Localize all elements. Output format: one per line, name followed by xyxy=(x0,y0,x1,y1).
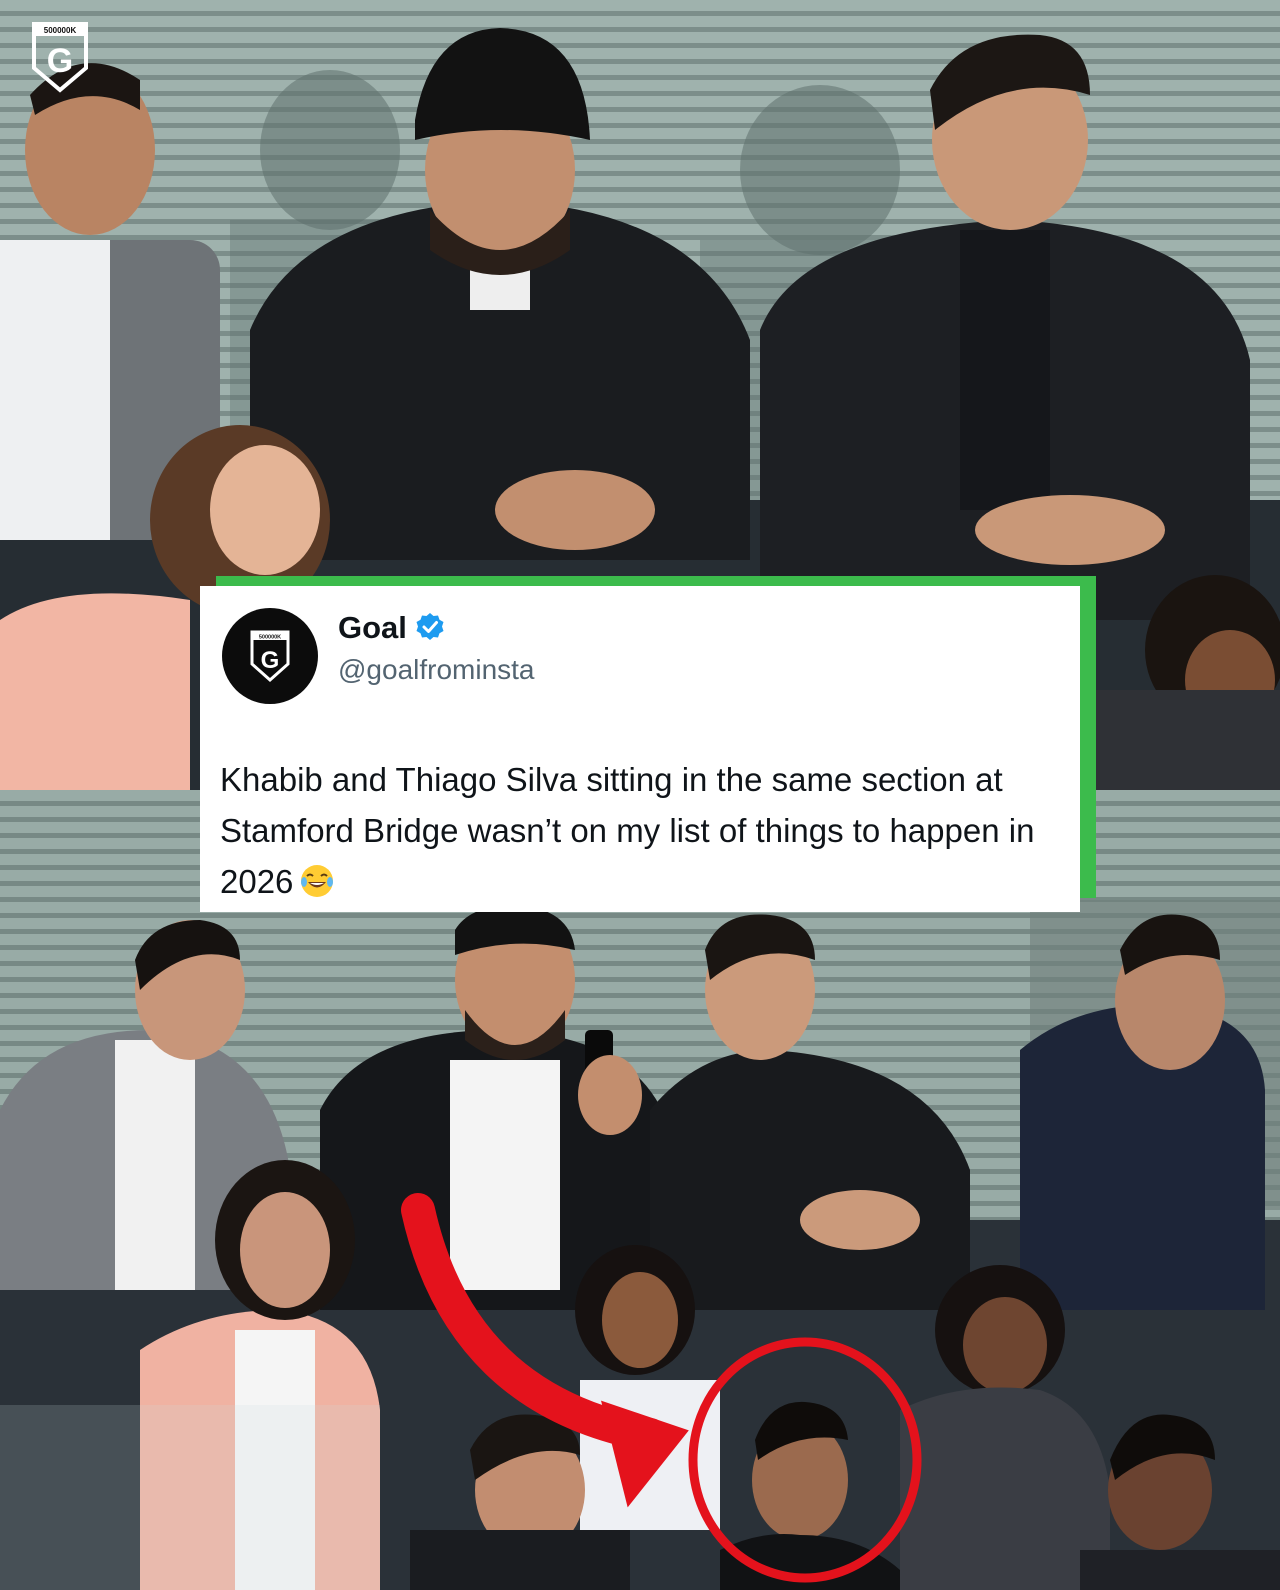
logo-letter: G xyxy=(47,42,73,80)
avatar[interactable]: 500000K G xyxy=(222,608,318,704)
avatar-letter: G xyxy=(261,647,280,674)
tweet-card[interactable]: 500000K G Goal @goalfrominsta Khabib and… xyxy=(200,586,1080,912)
tweet-text-content: Khabib and Thiago Silva sitting in the s… xyxy=(220,761,1035,900)
tweet-author-name[interactable]: Goal xyxy=(338,610,407,646)
tweet-text: Khabib and Thiago Silva sitting in the s… xyxy=(220,754,1050,907)
tweet-author-handle[interactable]: @goalfrominsta xyxy=(338,654,535,686)
logo-top-text: 500000K xyxy=(44,26,77,35)
avatar-top-text: 500000K xyxy=(259,635,281,641)
laughing-emoji-icon xyxy=(299,862,335,898)
goal-logo: 500000K G xyxy=(30,20,90,94)
verified-badge-icon xyxy=(414,611,446,643)
